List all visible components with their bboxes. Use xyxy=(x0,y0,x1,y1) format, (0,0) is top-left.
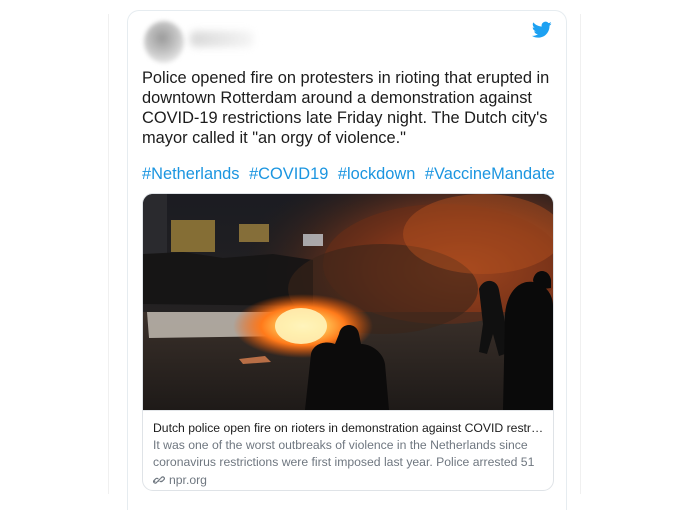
link-icon xyxy=(153,476,165,484)
twitter-bird-icon[interactable] xyxy=(532,21,552,39)
link-card-meta: Dutch police open fire on rioters in dem… xyxy=(143,410,553,490)
hashtag-lockdown[interactable]: #lockdown xyxy=(338,165,415,183)
hashtag-vaccinemandate[interactable]: #VaccineMandate xyxy=(425,165,555,183)
author-name-redacted[interactable] xyxy=(190,31,254,47)
page-divider-right xyxy=(580,14,581,494)
tweet-text: Police opened fire on protesters in riot… xyxy=(142,69,550,147)
avatar[interactable] xyxy=(144,21,184,63)
page-divider-left xyxy=(108,14,109,494)
link-card-description: It was one of the worst outbreaks of vio… xyxy=(153,438,535,485)
hashtag-covid19[interactable]: #COVID19 xyxy=(249,165,328,183)
link-card-title[interactable]: Dutch police open fire on rioters in dem… xyxy=(153,420,545,436)
link-card-domain-text: npr.org xyxy=(169,473,207,487)
embedded-tweet-card: Police opened fire on protesters in riot… xyxy=(127,10,567,510)
hashtag-netherlands[interactable]: #Netherlands xyxy=(142,165,240,183)
hashtag-list: #Netherlands #COVID19 #lockdown #Vaccine… xyxy=(142,164,562,184)
link-card-domain[interactable]: npr.org xyxy=(153,472,207,488)
link-preview-card[interactable]: Dutch police open fire on rioters in dem… xyxy=(142,193,554,491)
riot-fire-photo[interactable] xyxy=(143,194,553,410)
